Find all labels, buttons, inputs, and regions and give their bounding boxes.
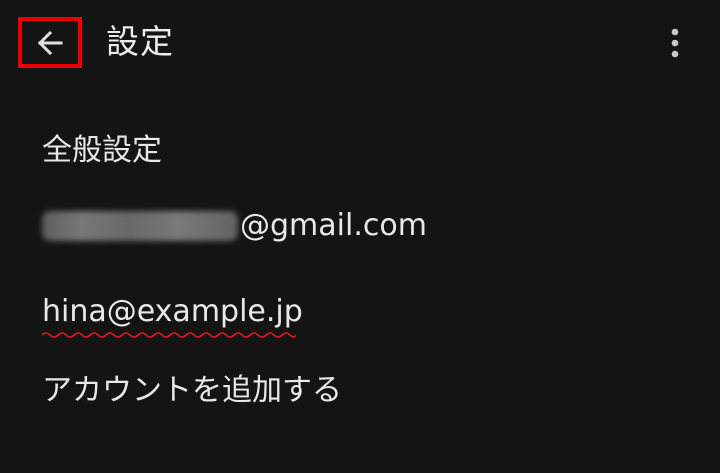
spellcheck-underline (42, 332, 296, 338)
arrow-left-icon (37, 30, 63, 55)
account-email-label: @gmail.com (42, 206, 427, 246)
back-button[interactable] (18, 17, 82, 68)
account-email-label: hina@example.jp (42, 294, 303, 329)
add-account-label: アカウントを追加する (42, 373, 342, 408)
add-account-item[interactable]: アカウントを追加する (0, 356, 720, 442)
account-item-example[interactable]: hina@example.jp (0, 270, 720, 356)
app-bar: 設定 (0, 0, 720, 86)
general-settings-label: 全般設定 (42, 133, 162, 168)
redacted-username (42, 211, 238, 241)
more-vert-icon (671, 28, 679, 58)
more-options-button[interactable] (655, 20, 695, 66)
account-email-domain: @gmail.com (240, 208, 427, 243)
account-item-gmail[interactable]: @gmail.com (0, 184, 720, 270)
general-settings-item[interactable]: 全般設定 (0, 98, 720, 184)
page-title: 設定 (106, 22, 174, 61)
